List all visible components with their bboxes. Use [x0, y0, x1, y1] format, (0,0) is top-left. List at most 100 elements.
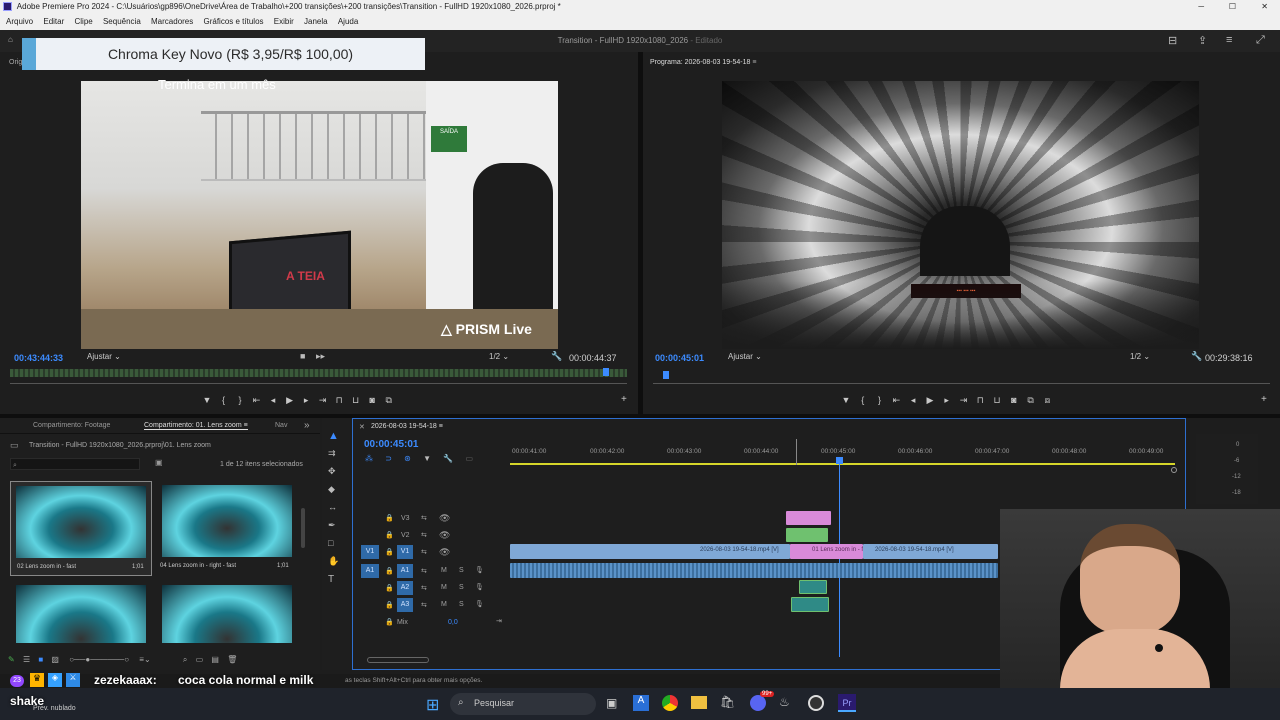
clip-v1-transition[interactable]: 01 Lens zoom in - fa	[790, 544, 866, 559]
lock-icon[interactable]: 🔒	[385, 584, 394, 592]
project-item[interactable]	[10, 583, 152, 643]
obs-icon[interactable]	[808, 695, 824, 711]
go-in-icon[interactable]: ⇤	[889, 395, 903, 406]
eye-icon[interactable]: 👁	[439, 547, 450, 558]
app-icon-a[interactable]: A	[633, 695, 649, 711]
mark-out-icon[interactable]: }	[233, 395, 247, 405]
maximize-button[interactable]: ☐	[1229, 0, 1236, 14]
menu-sequencia[interactable]: Sequência	[103, 17, 141, 26]
track-target-a1[interactable]: A1	[397, 564, 413, 578]
step-forward-icon[interactable]: ▸	[940, 395, 954, 406]
go-out-icon[interactable]: ⇥	[956, 395, 970, 406]
clip-v3-pink[interactable]	[786, 511, 831, 525]
source-patch-a1[interactable]: A1	[361, 564, 379, 578]
mute-button[interactable]: M	[441, 584, 447, 591]
program-timecode-in[interactable]: 00:00:45:01	[655, 353, 704, 363]
solo-button[interactable]: S	[459, 584, 464, 591]
new-bin-icon[interactable]: ▭	[196, 655, 204, 664]
sync-lock-icon[interactable]: ⇆	[421, 601, 427, 609]
menu-lines-icon[interactable]: ≡	[1226, 34, 1232, 46]
mix-value[interactable]: 0,0	[448, 619, 458, 626]
more-tabs-icon[interactable]: »	[304, 420, 310, 431]
lock-icon[interactable]: 🔒	[385, 618, 394, 626]
track-select-icon[interactable]: ⇉	[328, 448, 336, 459]
zoom-slider[interactable]: ○──●──────○	[69, 655, 129, 664]
project-item[interactable]: 02 Lens zoom in - fast 1;01	[10, 481, 152, 576]
razor-icon[interactable]: ◆	[328, 484, 335, 495]
sync-lock-icon[interactable]: ⇆	[421, 584, 427, 592]
lock-icon[interactable]: 🔒	[385, 531, 394, 539]
mute-button[interactable]: M	[441, 601, 447, 608]
mic-icon[interactable]: 🎙	[475, 566, 484, 574]
wrench-icon[interactable]: 🔧	[551, 351, 562, 362]
minimize-button[interactable]: ─	[1198, 0, 1204, 14]
file-explorer-icon[interactable]	[691, 696, 707, 709]
add-button-icon[interactable]: +	[1261, 394, 1267, 405]
add-button-icon[interactable]: +	[621, 394, 627, 405]
ripple-edit-icon[interactable]: ✥	[328, 466, 336, 477]
clip-a2-audio[interactable]	[799, 580, 827, 594]
mark-out-icon[interactable]: }	[873, 395, 887, 405]
mic-icon[interactable]: 🎙	[475, 583, 484, 591]
program-resolution-select[interactable]: 1/2 ⌄	[1130, 352, 1150, 361]
program-tab[interactable]: Programa: 2026-08-03 19-54-18 ≡	[650, 59, 756, 66]
workspace-icon[interactable]: ⊟	[1168, 34, 1177, 47]
store-icon[interactable]: 🛍	[720, 695, 735, 709]
type-icon[interactable]: T	[328, 574, 334, 585]
clip-a3-audio[interactable]	[791, 597, 829, 612]
camera-icon[interactable]: ◙	[365, 395, 379, 405]
playhead-handle[interactable]	[836, 457, 843, 464]
timeline-scrollbar[interactable]	[367, 657, 429, 663]
play-icon[interactable]: ▶	[283, 395, 297, 406]
list-view-icon[interactable]: ☰	[23, 655, 30, 664]
overwrite-icon[interactable]: ⊔	[349, 395, 363, 406]
freeform-view-icon[interactable]: ▨	[51, 655, 59, 664]
wrench-icon[interactable]: 🔧	[1191, 351, 1202, 362]
go-in-icon[interactable]: ⇤	[250, 395, 264, 406]
program-scrub-bar[interactable]	[653, 383, 1270, 384]
program-playhead[interactable]	[663, 371, 669, 379]
mic-icon[interactable]: 🎙	[475, 600, 484, 608]
eye-icon[interactable]: 👁	[439, 530, 450, 541]
close-button[interactable]: ✕	[1261, 0, 1268, 14]
extract-icon[interactable]: ⊔	[990, 395, 1004, 406]
clip-v2-green[interactable]	[786, 528, 828, 542]
source-zoom-bar[interactable]	[10, 383, 627, 384]
sync-lock-icon[interactable]: ⇆	[421, 567, 427, 575]
slip-icon[interactable]: ↔	[328, 502, 337, 512]
solo-button[interactable]: S	[459, 567, 464, 574]
clip-v1-left[interactable]: 2026-08-03 19-54-18.mp4 [V]	[510, 544, 790, 559]
source-resolution-select[interactable]: 1/2 ⌄	[489, 352, 509, 361]
tab-lens-zoom[interactable]: Compartimento: 01. Lens zoom ≡	[144, 422, 248, 430]
project-item[interactable]	[156, 583, 298, 643]
lock-icon[interactable]: 🔒	[385, 601, 394, 609]
source-patch-v1[interactable]: V1	[361, 545, 379, 559]
home-icon[interactable]: ⌂	[8, 35, 13, 44]
insert-icon[interactable]: ⊓	[332, 395, 346, 406]
discord-icon[interactable]	[750, 695, 766, 711]
source-scrub-bar[interactable]	[10, 369, 627, 377]
project-scrollbar[interactable]	[301, 508, 305, 548]
marker-icon[interactable]: ▼	[200, 395, 214, 405]
fullscreen-icon[interactable]: ⤢	[1256, 34, 1265, 47]
taskbar-search[interactable]: ⌕ Pesquisar	[450, 693, 596, 715]
solo-button[interactable]: S	[459, 601, 464, 608]
mark-in-icon[interactable]: {	[217, 395, 231, 405]
menu-clipe[interactable]: Clipe	[75, 17, 93, 26]
task-view-icon[interactable]: ▣	[606, 696, 617, 710]
marker-icon[interactable]: ▼	[839, 395, 853, 405]
track-target-v1[interactable]: V1	[397, 545, 413, 559]
vr-icon[interactable]: ⧈	[1040, 395, 1054, 406]
tab-nav[interactable]: Nav	[275, 422, 287, 429]
compare-icon[interactable]: ⧉	[1024, 395, 1038, 406]
timeline-close-icon[interactable]: ✕	[359, 423, 365, 431]
menu-graficos[interactable]: Gráficos e títulos	[204, 17, 264, 26]
play-icon[interactable]: ▶	[923, 395, 937, 406]
vr-icon[interactable]: ⧉	[382, 395, 396, 406]
menu-marcadores[interactable]: Marcadores	[151, 17, 193, 26]
timeline-timecode[interactable]: 00:00:45:01	[364, 439, 418, 450]
sequence-tab[interactable]: 2026-08-03 19-54-18 ≡	[371, 423, 443, 430]
linked-select-icon[interactable]: ⊛	[404, 454, 411, 463]
camera-icon[interactable]: ◙	[1007, 395, 1021, 405]
menu-arquivo[interactable]: Arquivo	[6, 17, 33, 26]
